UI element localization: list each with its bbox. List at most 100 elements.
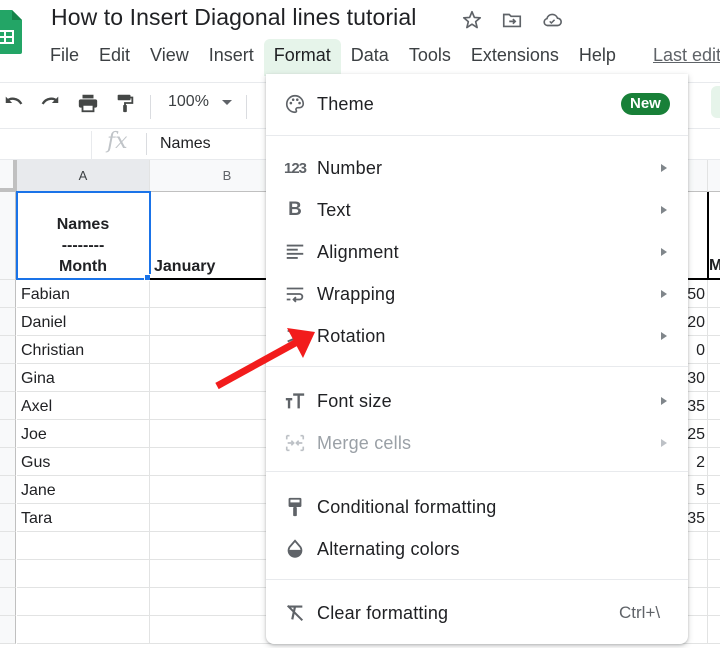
menu-extensions[interactable]: Extensions (461, 39, 569, 72)
merge-cells-icon (283, 431, 307, 455)
row-header[interactable] (0, 336, 16, 364)
bold-icon: B (288, 199, 302, 220)
column-header-partial-2[interactable] (708, 160, 720, 192)
menu-item-rotation[interactable]: Rotation (266, 316, 688, 356)
cell-partial[interactable] (708, 616, 720, 644)
menu-item-label: Alternating colors (317, 538, 460, 559)
last-edit-link[interactable]: Last edit (653, 45, 720, 66)
cell-partial[interactable] (708, 280, 720, 308)
cell-partial[interactable] (708, 532, 720, 560)
cell-name[interactable] (17, 560, 150, 588)
select-all-corner[interactable] (0, 160, 17, 192)
menu-item-label: Theme (317, 93, 375, 114)
menu-view[interactable]: View (140, 39, 199, 72)
cell-name[interactable]: Daniel (17, 308, 150, 336)
cell-name[interactable] (17, 532, 150, 560)
submenu-arrow-icon (661, 397, 667, 405)
row-header[interactable] (0, 308, 16, 336)
menu-format[interactable]: Format (263, 38, 341, 76)
cell-partial[interactable] (708, 448, 720, 476)
cell-name[interactable]: Joe (17, 420, 150, 448)
google-sheets-logo[interactable] (0, 6, 22, 56)
row-header[interactable] (0, 616, 16, 644)
menu-item-number[interactable]: 123 Number (266, 148, 688, 188)
cell-partial[interactable] (708, 308, 720, 336)
row-header[interactable] (0, 448, 16, 476)
menu-data[interactable]: Data (341, 39, 399, 72)
cell-name[interactable]: Gus (17, 448, 150, 476)
menu-edit[interactable]: Edit (89, 39, 140, 72)
menu-item-conditional-formatting[interactable]: Conditional formatting (266, 487, 688, 527)
row-header[interactable] (0, 420, 16, 448)
cell-name[interactable]: Gina (17, 364, 150, 392)
row-header[interactable] (0, 560, 16, 588)
menu-help[interactable]: Help (569, 39, 626, 72)
cell-partial[interactable] (708, 392, 720, 420)
undo-icon[interactable] (2, 91, 26, 115)
cell-partial[interactable] (708, 476, 720, 504)
redo-icon[interactable] (38, 91, 62, 115)
cell-a1[interactable]: Names -------- Month (17, 192, 150, 280)
cell-partial[interactable] (708, 336, 720, 364)
formula-input[interactable]: Names (160, 135, 211, 153)
column-header-partial[interactable] (688, 160, 708, 192)
menu-item-font-size[interactable]: Font size (266, 381, 688, 421)
paint-format-icon[interactable] (113, 91, 137, 115)
cell-partial[interactable] (708, 588, 720, 616)
cell-name[interactable]: Jane (17, 476, 150, 504)
cell-name[interactable] (17, 588, 150, 616)
menu-item-theme[interactable]: Theme New (266, 84, 688, 124)
menu-item-merge-cells[interactable]: Merge cells (266, 423, 688, 463)
menu-item-label: Wrapping (317, 283, 396, 304)
cell-partial[interactable] (708, 560, 720, 588)
row-header[interactable] (0, 280, 16, 308)
cell-name[interactable]: Christian (17, 336, 150, 364)
print-icon[interactable] (76, 91, 100, 115)
red-annotation-arrow-icon (215, 328, 315, 390)
row-header[interactable] (0, 532, 16, 560)
menu-item-label: Font size (317, 390, 392, 411)
menu-tools[interactable]: Tools (399, 39, 461, 72)
menu-item-label: Number (317, 157, 383, 178)
menu-item-label: Clear formatting (317, 602, 449, 623)
cell-name[interactable]: Tara (17, 504, 150, 532)
document-title[interactable]: How to Insert Diagonal lines tutorial (51, 4, 417, 31)
cell-name[interactable]: Fabian (17, 280, 150, 308)
cloud-saved-icon[interactable] (540, 8, 564, 32)
palette-icon (283, 92, 307, 116)
cell-partial[interactable] (708, 420, 720, 448)
zoom-select[interactable]: 100% (168, 93, 209, 111)
menu-item-alternating-colors[interactable]: Alternating colors (266, 529, 688, 569)
menu-item-text[interactable]: B Text (266, 190, 688, 230)
new-badge: New (621, 93, 670, 115)
submenu-arrow-icon (661, 206, 667, 214)
cell-a1-line: Month (59, 258, 107, 275)
row-header[interactable] (0, 504, 16, 532)
submenu-arrow-icon (661, 332, 667, 340)
row-header[interactable] (0, 588, 16, 616)
column-header-a[interactable]: A (17, 160, 150, 192)
zoom-dropdown-caret-icon[interactable] (222, 100, 232, 105)
row-header[interactable] (0, 476, 16, 504)
menu-item-wrapping[interactable]: Wrapping (266, 274, 688, 314)
cell-partial[interactable] (708, 364, 720, 392)
submenu-arrow-icon (661, 439, 667, 447)
menu-item-clear-formatting[interactable]: Clear formatting Ctrl+\ (266, 593, 688, 633)
row-header[interactable] (0, 192, 16, 280)
star-icon[interactable] (460, 8, 484, 32)
menu-item-label: Merge cells (317, 432, 412, 453)
toolbar-chip-partial[interactable] (711, 86, 720, 118)
menu-item-label: Rotation (317, 325, 386, 346)
cell-partial[interactable] (708, 504, 720, 532)
menu-insert[interactable]: Insert (199, 39, 264, 72)
cell-a1-line: -------- (61, 237, 105, 254)
menu-item-alignment[interactable]: Alignment (266, 232, 688, 272)
row-header[interactable] (0, 392, 16, 420)
menu-file[interactable]: File (40, 39, 89, 72)
cell-name[interactable]: Axel (17, 392, 150, 420)
menu-item-label: Text (317, 199, 351, 220)
row-header[interactable] (0, 364, 16, 392)
cell-name[interactable] (17, 616, 150, 644)
move-to-folder-icon[interactable] (500, 8, 524, 32)
fx-icon: fx (107, 129, 128, 154)
